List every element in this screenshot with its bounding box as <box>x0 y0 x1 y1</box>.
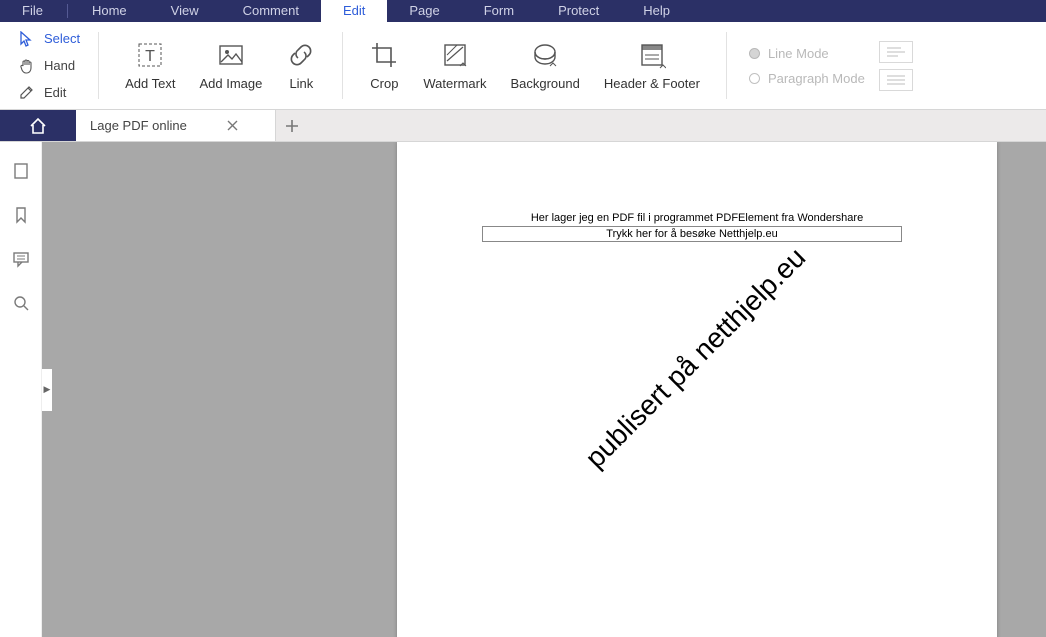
cursor-icon <box>18 30 36 48</box>
ribbon-group-insert: T Add Text Add Image Link <box>99 22 342 109</box>
menu-edit[interactable]: Edit <box>321 0 387 22</box>
document-tab-title: Lage PDF online <box>90 118 187 133</box>
background-icon <box>530 40 560 70</box>
menu-bar: File Home View Comment Edit Page Form Pr… <box>0 0 1046 22</box>
menu-protect[interactable]: Protect <box>536 0 621 22</box>
tool-select-label: Select <box>44 31 80 46</box>
mode-line-label: Line Mode <box>768 46 829 61</box>
hand-icon <box>18 57 36 75</box>
page-heading-text: Her lager jeg en PDF fil i programmet PD… <box>397 212 997 224</box>
header-footer-icon <box>637 40 667 70</box>
tool-header-footer[interactable]: Header & Footer <box>592 40 712 91</box>
link-icon <box>286 40 316 70</box>
tool-crop-label: Crop <box>370 76 398 91</box>
left-rail <box>0 142 42 637</box>
menu-form[interactable]: Form <box>462 0 536 22</box>
watermark-icon <box>440 40 470 70</box>
tool-edit[interactable]: Edit <box>14 81 84 105</box>
tool-hand-label: Hand <box>44 58 75 73</box>
ribbon: Select Hand Edit T Add Text <box>0 22 1046 110</box>
tool-link[interactable]: Link <box>274 40 328 91</box>
tool-background[interactable]: Background <box>498 40 591 91</box>
add-text-icon: T <box>135 40 165 70</box>
tool-add-image-label: Add Image <box>200 76 263 91</box>
page-link-box[interactable]: Trykk her for å besøke Netthjelp.eu <box>482 226 902 242</box>
home-icon <box>28 116 48 136</box>
workspace: ▶ Her lager jeg en PDF fil i programmet … <box>0 142 1046 637</box>
add-image-icon <box>216 40 246 70</box>
align-option-2[interactable] <box>879 69 913 91</box>
comments-panel-button[interactable] <box>10 248 32 270</box>
bookmarks-panel-button[interactable] <box>10 204 32 226</box>
tool-add-text-label: Add Text <box>125 76 175 91</box>
document-tab[interactable]: Lage PDF online <box>76 110 276 141</box>
tool-background-label: Background <box>510 76 579 91</box>
mode-paragraph-label: Paragraph Mode <box>768 71 865 86</box>
ribbon-group-cursor: Select Hand Edit <box>0 22 98 109</box>
menu-help[interactable]: Help <box>621 0 692 22</box>
tool-watermark-label: Watermark <box>423 76 486 91</box>
new-tab-button[interactable] <box>276 110 308 141</box>
tool-watermark[interactable]: Watermark <box>411 40 498 91</box>
tool-hand[interactable]: Hand <box>14 54 84 78</box>
ribbon-group-mode: Line Mode Paragraph Mode <box>727 22 933 109</box>
tool-link-label: Link <box>289 76 313 91</box>
tool-add-text[interactable]: T Add Text <box>113 40 187 91</box>
home-tab[interactable] <box>0 110 76 141</box>
edit-icon <box>18 84 36 102</box>
thumbnails-panel-button[interactable] <box>10 160 32 182</box>
align-option-1[interactable] <box>879 41 913 63</box>
tool-add-image[interactable]: Add Image <box>188 40 275 91</box>
pdf-page[interactable]: Her lager jeg en PDF fil i programmet PD… <box>397 142 997 637</box>
tab-strip: Lage PDF online <box>0 110 1046 142</box>
menu-page[interactable]: Page <box>387 0 461 22</box>
search-panel-button[interactable] <box>10 292 32 314</box>
ribbon-group-page: Crop Watermark Background Header & Foote… <box>343 22 726 109</box>
menu-separator <box>67 4 68 18</box>
mode-line[interactable]: Line Mode <box>749 46 865 61</box>
svg-text:T: T <box>145 48 155 65</box>
mode-paragraph[interactable]: Paragraph Mode <box>749 71 865 86</box>
close-tab-button[interactable] <box>225 118 241 134</box>
menu-view[interactable]: View <box>149 0 221 22</box>
tool-header-footer-label: Header & Footer <box>604 76 700 91</box>
tool-crop[interactable]: Crop <box>357 40 411 91</box>
menu-comment[interactable]: Comment <box>221 0 321 22</box>
menu-file[interactable]: File <box>0 0 65 22</box>
tool-select[interactable]: Select <box>14 27 84 51</box>
tool-edit-label: Edit <box>44 85 66 100</box>
crop-icon <box>369 40 399 70</box>
radio-icon <box>749 73 760 84</box>
document-canvas[interactable]: ▶ Her lager jeg en PDF fil i programmet … <box>42 142 1046 637</box>
radio-icon <box>749 48 760 59</box>
page-watermark-text: publisert på netthjelp.eu <box>579 242 812 475</box>
menu-home[interactable]: Home <box>70 0 149 22</box>
panel-expand-handle[interactable]: ▶ <box>42 369 52 411</box>
